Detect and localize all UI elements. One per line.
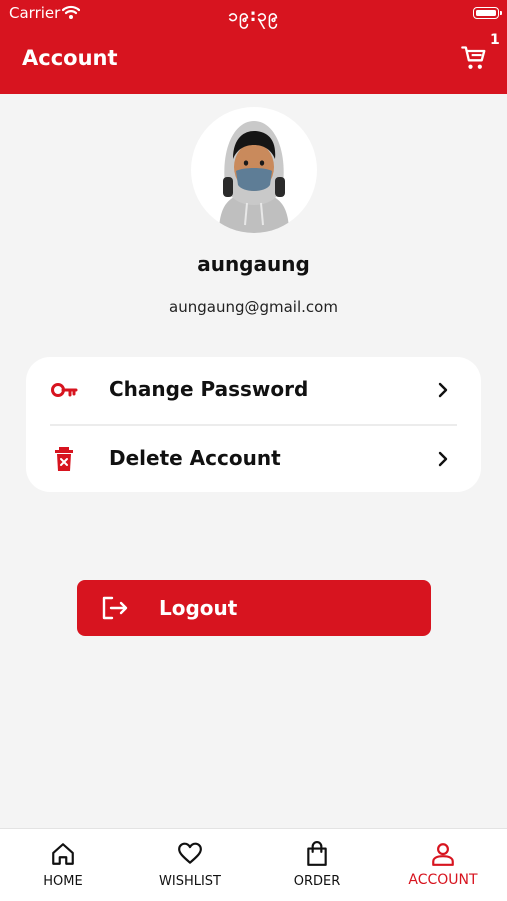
nav-label: ORDER — [293, 874, 341, 889]
shopping-bag-icon — [307, 841, 327, 866]
logout-button[interactable]: Logout — [77, 580, 431, 636]
account-menu: Change Password Delete Account — [26, 357, 481, 492]
chevron-right-icon — [438, 382, 448, 398]
battery-icon — [473, 7, 502, 19]
menu-item-label: Delete Account — [109, 446, 281, 470]
user-icon — [432, 843, 454, 866]
heart-icon — [178, 842, 202, 864]
nav-account[interactable]: ACCOUNT — [380, 829, 506, 901]
status-bar: Carrier ၁၉:၃၉ — [0, 0, 507, 30]
menu-item-label: Change Password — [109, 377, 309, 401]
trash-icon — [55, 447, 73, 471]
key-icon — [51, 383, 78, 397]
profile-email: aungaung@gmail.com — [169, 298, 338, 316]
nav-wishlist[interactable]: WISHLIST — [127, 829, 253, 901]
app-header: Carrier ၁၉:၃၉ Account 1 — [0, 0, 507, 94]
avatar — [191, 107, 317, 233]
logout-icon — [102, 596, 128, 620]
chevron-right-icon — [438, 451, 448, 467]
home-icon — [52, 843, 74, 865]
change-password-item[interactable]: Change Password — [26, 357, 481, 423]
page-title: Account — [22, 46, 118, 70]
nav-home[interactable]: HOME — [0, 829, 126, 901]
bottom-nav: HOME WISHLIST ORDER ACCOUNT — [0, 828, 507, 901]
nav-order[interactable]: ORDER — [254, 829, 380, 901]
delete-account-item[interactable]: Delete Account — [26, 426, 481, 492]
profile-username: aungaung — [197, 252, 310, 276]
nav-label: WISHLIST — [159, 874, 221, 889]
cart-icon — [461, 46, 486, 69]
cart-button[interactable] — [460, 44, 492, 76]
cart-count-badge: 1 — [490, 32, 500, 48]
status-time: ၁၉:၃၉ — [228, 6, 279, 26]
logout-label: Logout — [159, 596, 238, 620]
nav-label: ACCOUNT — [408, 872, 478, 888]
nav-label: HOME — [43, 874, 83, 889]
